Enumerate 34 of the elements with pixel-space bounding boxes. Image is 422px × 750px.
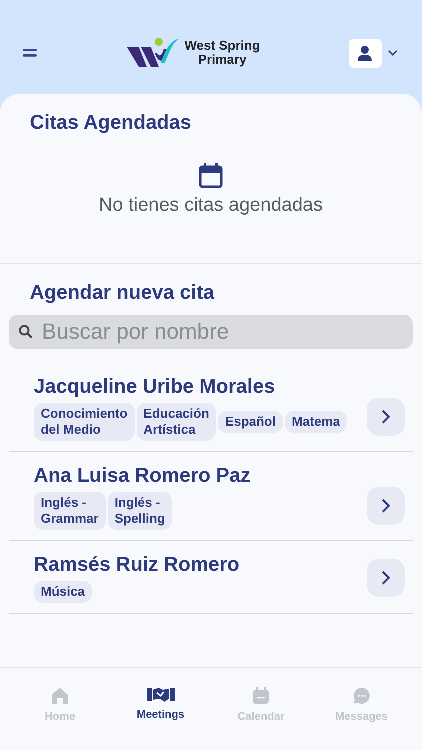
section-title: Agendar nueva cita [30,282,216,305]
subject-tag: Inglés - Spelling [108,492,172,530]
subject-tag: Conocimiento del Medio [34,403,135,441]
chat-icon [352,687,371,705]
calendar-icon [199,163,223,189]
brand-name: West Spring [184,39,260,53]
open-button[interactable] [367,398,405,436]
brand-name: Primary [198,53,247,67]
subject-tag: Inglés - Grammar [34,492,106,530]
empty-message: No tienes citas agendadas [99,195,323,217]
open-button[interactable] [367,559,405,597]
teacher-name: Ana Luisa Romero Paz [34,465,252,488]
calendar-icon [252,687,270,705]
subject-tag: Educación Artística [136,403,216,441]
search-icon [19,325,33,339]
section-title: Citas Agendadas [30,112,193,135]
profile-button[interactable] [348,38,382,68]
open-button[interactable] [367,487,405,525]
chevron-right-icon [382,571,390,585]
user-icon [358,45,372,61]
home-icon [51,687,70,705]
subject-tag: Música [34,581,92,603]
teacher-name: Jacqueline Uribe Morales [34,376,276,399]
chevron-right-icon [382,410,390,424]
chevron-down-icon[interactable] [388,50,398,56]
subject-tag: Matema [285,411,348,433]
logo-icon [126,37,179,69]
handshake-icon [146,687,175,703]
search-field[interactable]: Buscar por nombre [9,315,413,349]
menu-icon[interactable] [22,47,38,59]
subject-tag: Español [218,411,283,433]
chevron-right-icon [382,499,390,513]
tab[interactable]: Meetings [110,686,211,730]
teacher-name: Ramsés Ruiz Romero [34,554,241,577]
